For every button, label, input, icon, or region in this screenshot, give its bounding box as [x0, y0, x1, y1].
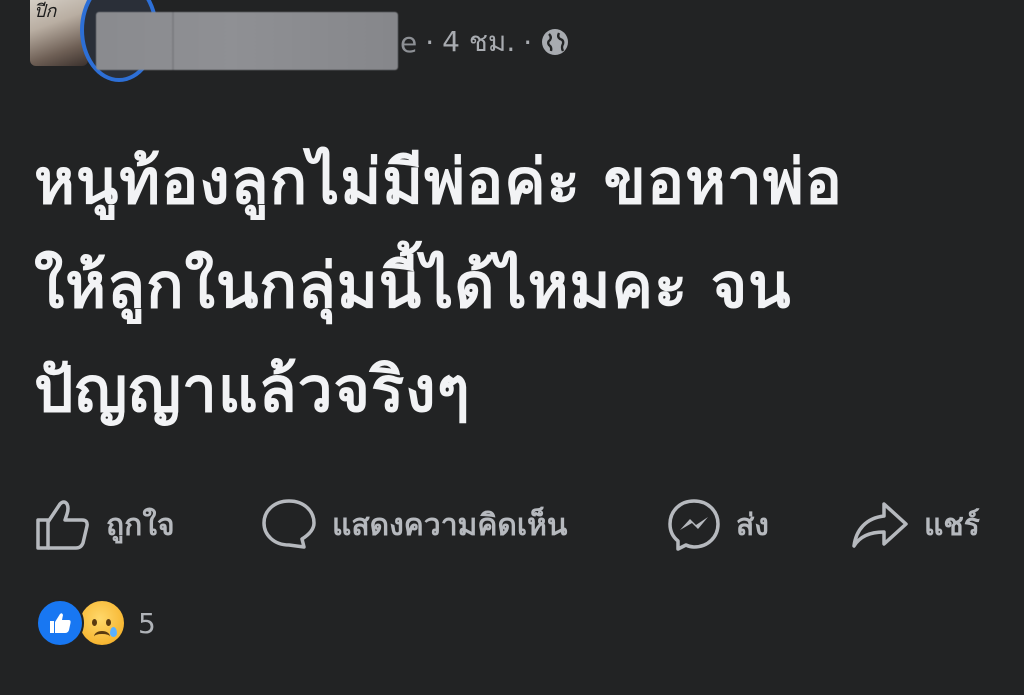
- comment-label: แสดงความคิดเห็น: [332, 507, 568, 543]
- share-icon: [852, 502, 908, 548]
- share-button[interactable]: แชร์: [850, 495, 980, 555]
- comment-icon: [262, 499, 316, 549]
- author-name-fragment: e: [400, 25, 418, 59]
- post-text-line-3: ปัญญาแล้วจริงๆ: [34, 353, 471, 426]
- comment-button[interactable]: แสดงความคิดเห็น: [260, 495, 567, 555]
- avatar-text: ปีก: [34, 1, 57, 22]
- send-button[interactable]: ส่ง: [666, 495, 769, 555]
- share-label: แชร์: [924, 507, 980, 543]
- meta-separator: ·: [425, 25, 435, 59]
- facebook-post: ปีก e · 4 ชม. · หนูท้องลูกไม่มีพ่อค่ะ ขอ…: [0, 0, 1024, 695]
- post-text-line-2: ให้ลูกในกลุ่มนี้ได้ไหมคะ จน: [34, 249, 792, 322]
- like-button[interactable]: ถูกใจ: [34, 495, 175, 555]
- post-actions: ถูกใจ แสดงความคิดเห็น ส่ง แชร์: [0, 495, 1024, 555]
- reaction-count: 5: [138, 606, 156, 640]
- like-reaction-icon: [36, 599, 84, 647]
- post-text-line-1: หนูท้องลูกไม่มีพ่อค่ะ ขอหาพ่อ: [34, 145, 843, 218]
- post-timestamp[interactable]: 4 ชม.: [442, 20, 515, 64]
- like-label: ถูกใจ: [106, 507, 175, 543]
- redacted-author-name: [96, 12, 398, 70]
- sad-reaction-icon: [78, 599, 126, 647]
- thumbs-up-icon: [36, 500, 89, 550]
- post-meta: e · 4 ชม. ·: [400, 22, 570, 62]
- send-label: ส่ง: [736, 507, 769, 543]
- post-header: ปีก e · 4 ชม. ·: [0, 0, 1024, 90]
- globe-icon[interactable]: [540, 27, 570, 57]
- meta-separator: ·: [523, 25, 533, 59]
- messenger-icon: [668, 499, 720, 551]
- post-content: หนูท้องลูกไม่มีพ่อค่ะ ขอหาพ่อ ให้ลูกในกล…: [34, 130, 994, 442]
- reaction-summary[interactable]: 5: [36, 598, 156, 648]
